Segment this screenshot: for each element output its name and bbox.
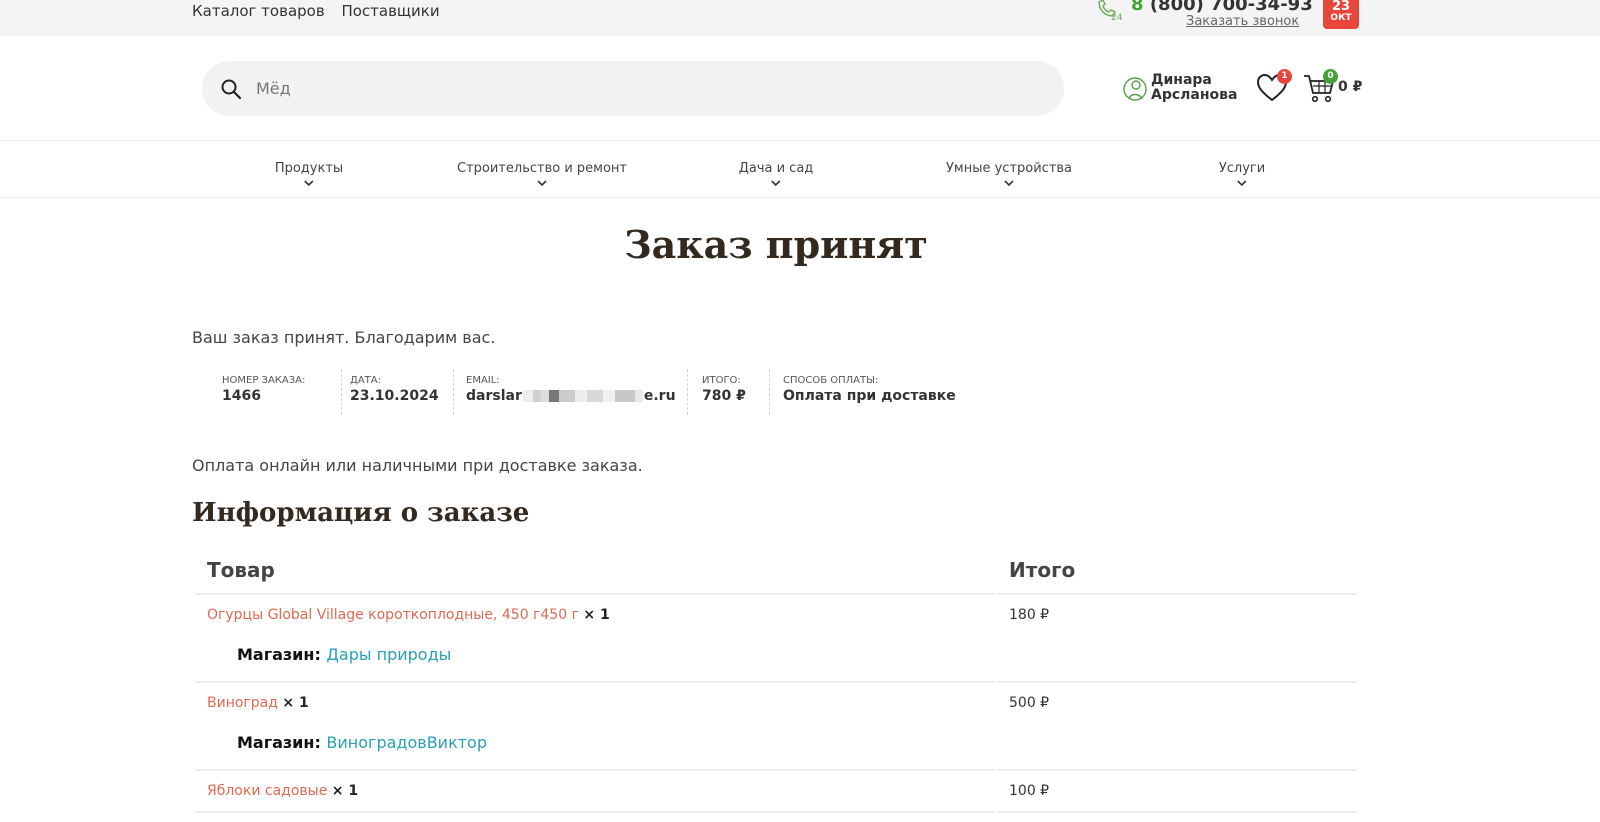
thanks-message: Ваш заказ принят. Благодарим вас.	[192, 328, 496, 347]
product-link[interactable]: Виноград	[207, 695, 278, 711]
chevron-down-icon	[304, 180, 314, 187]
top-bar: Каталог товаров Поставщики 24 8 (800) 70…	[0, 0, 1600, 36]
category-smart-devices[interactable]: Умные устройства	[946, 161, 1072, 187]
row-total: 100 ₽	[997, 771, 1357, 813]
user-avatar-icon	[1123, 77, 1147, 101]
date-badge: 23 ОКТ	[1323, 0, 1359, 29]
phone-number[interactable]: 8 (800) 700-34-93	[1131, 0, 1313, 15]
chevron-down-icon	[1004, 180, 1014, 187]
chevron-down-icon	[537, 180, 547, 187]
product-link[interactable]: Яблоки садовые	[207, 783, 327, 799]
category-label: Умные устройства	[945, 161, 1073, 176]
nav-link-suppliers[interactable]: Поставщики	[341, 2, 439, 20]
vendor-link[interactable]: Дары природы	[326, 645, 451, 664]
chevron-down-icon	[771, 180, 781, 187]
overview-email: EMAIL: darslar e.ru	[466, 369, 688, 415]
table-header-row: Товар Итого	[195, 547, 1357, 595]
date-day: 23	[1331, 0, 1351, 14]
svg-text:24: 24	[1111, 13, 1123, 20]
row-total: 500 ₽	[997, 683, 1357, 771]
column-header-product: Товар	[195, 547, 995, 595]
date-month: ОКТ	[1330, 13, 1352, 23]
category-label: Продукты	[274, 161, 344, 176]
cart-count-badge: 0	[1323, 69, 1338, 84]
product-link[interactable]: Огурцы Global Village короткоплодные, 45…	[207, 607, 579, 623]
category-products[interactable]: Продукты	[275, 161, 343, 187]
category-services[interactable]: Услуги	[1219, 161, 1265, 187]
chevron-down-icon	[1237, 180, 1247, 187]
category-label: Строительство и ремонт	[457, 161, 627, 176]
page-title: Заказ принят	[624, 222, 928, 267]
phone-24-icon: 24	[1098, 0, 1123, 20]
column-header-total: Итого	[997, 547, 1357, 595]
vendor-link[interactable]: ВиноградовВиктор	[326, 733, 487, 752]
payment-note: Оплата онлайн или наличными при доставке…	[192, 456, 643, 475]
vendor-info: Магазин: ВиноградовВиктор	[237, 733, 487, 752]
row-total: 180 ₽	[997, 595, 1357, 683]
user-name: Динара Арсланова	[1151, 72, 1238, 103]
table-row: Яблоки садовые × 1 100 ₽	[195, 771, 1357, 813]
search-bar	[202, 61, 1064, 116]
search-icon[interactable]	[220, 78, 242, 100]
table-row: Виноград × 1 Магазин: ВиноградовВиктор 5…	[195, 683, 1357, 771]
product-qty: × 1	[583, 607, 610, 623]
category-label: Дача и сад	[738, 161, 814, 176]
product-cell: Яблоки садовые × 1	[195, 771, 995, 813]
cart-sum[interactable]: 0 ₽	[1338, 79, 1362, 95]
redacted-email	[522, 390, 643, 402]
callback-link[interactable]: Заказать звонок	[1186, 14, 1299, 29]
table-row: Огурцы Global Village короткоплодные, 45…	[195, 595, 1357, 683]
vendor-info: Магазин: Дары природы	[237, 645, 452, 664]
product-cell: Огурцы Global Village короткоплодные, 45…	[195, 595, 995, 683]
product-qty: × 1	[331, 783, 359, 799]
nav-link-catalog[interactable]: Каталог товаров	[192, 2, 325, 20]
product-cell: Виноград × 1 Магазин: ВиноградовВиктор	[195, 683, 995, 771]
overview-total: ИТОГО: 780 ₽	[702, 369, 770, 415]
top-nav: Каталог товаров Поставщики	[192, 2, 452, 20]
search-input[interactable]	[254, 61, 1034, 116]
category-garden[interactable]: Дача и сад	[738, 161, 814, 187]
category-label: Услуги	[1218, 161, 1266, 176]
order-details-table: Товар Итого Огурцы Global Village коротк…	[193, 547, 1359, 813]
category-construction[interactable]: Строительство и ремонт	[457, 161, 627, 187]
wishlist-count-badge: 1	[1277, 69, 1292, 84]
overview-order-number: НОМЕР ЗАКАЗА: 1466	[222, 369, 342, 415]
overview-payment-method: СПОСОБ ОПЛАТЫ: Оплата при доставке	[783, 375, 956, 404]
product-qty: × 1	[282, 695, 309, 711]
divider	[0, 140, 1600, 141]
divider	[0, 197, 1600, 198]
order-details-title: Информация о заказе	[192, 498, 530, 528]
overview-date: ДАТА: 23.10.2024	[350, 369, 454, 415]
